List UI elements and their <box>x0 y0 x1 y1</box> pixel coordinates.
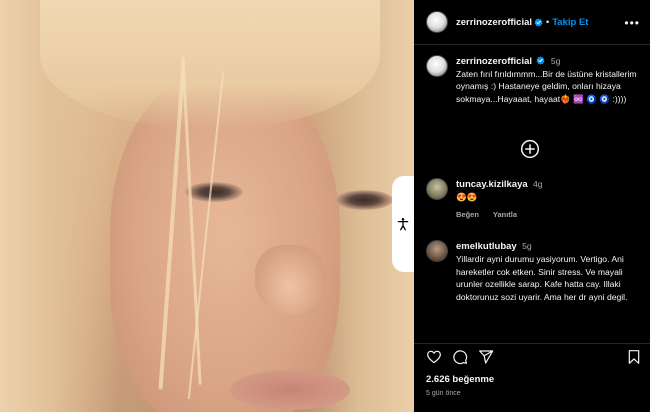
comment-like-button[interactable]: Beğen <box>456 210 479 219</box>
photo-nose <box>255 245 325 315</box>
verified-badge-icon <box>534 17 543 27</box>
comment-text: Yillardir ayni durumu yasiyorum. Vertigo… <box>456 254 628 302</box>
caption-text: Zaten fırıl fırıldımmm...Bir de üstüne k… <box>456 69 637 104</box>
post-caption: zerrinozerofficial 5g Zaten fırıl fırıld… <box>426 55 642 105</box>
post-sidebar: zerrinozerofficial • Takip Et ••• zerrin… <box>414 0 650 412</box>
commenter-avatar[interactable] <box>426 240 448 262</box>
plus-circle-icon[interactable] <box>520 139 540 159</box>
send-icon[interactable] <box>478 349 494 365</box>
bookmark-icon[interactable] <box>626 349 642 365</box>
comment-item: tuncay.kizilkaya 4g 😍😍 Beğen Yanıtla <box>426 178 642 221</box>
comment-list[interactable]: tuncay.kizilkaya 4g 😍😍 Beğen Yanıtla eme… <box>414 168 650 343</box>
photo-eye-right <box>335 190 393 210</box>
post-timestamp[interactable]: 5 gün önce <box>426 390 461 397</box>
photo-eye-left <box>185 182 243 202</box>
header-separator: • <box>546 17 550 27</box>
photo-lips <box>230 370 350 410</box>
author-username[interactable]: zerrinozerofficial <box>456 17 532 28</box>
commenter-avatar[interactable] <box>426 178 448 200</box>
more-options-button[interactable]: ••• <box>624 16 640 30</box>
accessibility-button[interactable] <box>392 176 414 272</box>
comment-time: 4g <box>533 179 543 189</box>
post-actions-bar <box>414 345 650 371</box>
author-avatar[interactable] <box>426 11 448 33</box>
verified-badge-icon <box>536 56 545 65</box>
comment-time: 5g <box>522 241 532 251</box>
post-photo[interactable] <box>0 0 414 412</box>
post-header: zerrinozerofficial • Takip Et ••• <box>414 0 650 44</box>
follow-button[interactable]: Takip Et <box>552 17 588 28</box>
comment-username[interactable]: tuncay.kizilkaya <box>456 179 528 190</box>
comment-item: emelkutlubay 5g Yillardir ayni durumu ya… <box>426 240 642 303</box>
actions-divider <box>414 343 650 344</box>
author-avatar[interactable] <box>426 55 448 77</box>
heart-icon[interactable] <box>426 349 442 365</box>
caption-username[interactable]: zerrinozerofficial <box>456 56 532 67</box>
comment-icon[interactable] <box>452 349 468 365</box>
comment-username[interactable]: emelkutlubay <box>456 241 517 252</box>
caption-time: 5g <box>550 56 561 66</box>
header-divider <box>414 44 650 45</box>
comment-text: 😍😍 <box>456 192 478 203</box>
accessibility-icon <box>397 218 409 231</box>
likes-count[interactable]: 2.626 beğenme <box>426 374 494 385</box>
comment-reply-button[interactable]: Yanıtla <box>493 210 517 219</box>
